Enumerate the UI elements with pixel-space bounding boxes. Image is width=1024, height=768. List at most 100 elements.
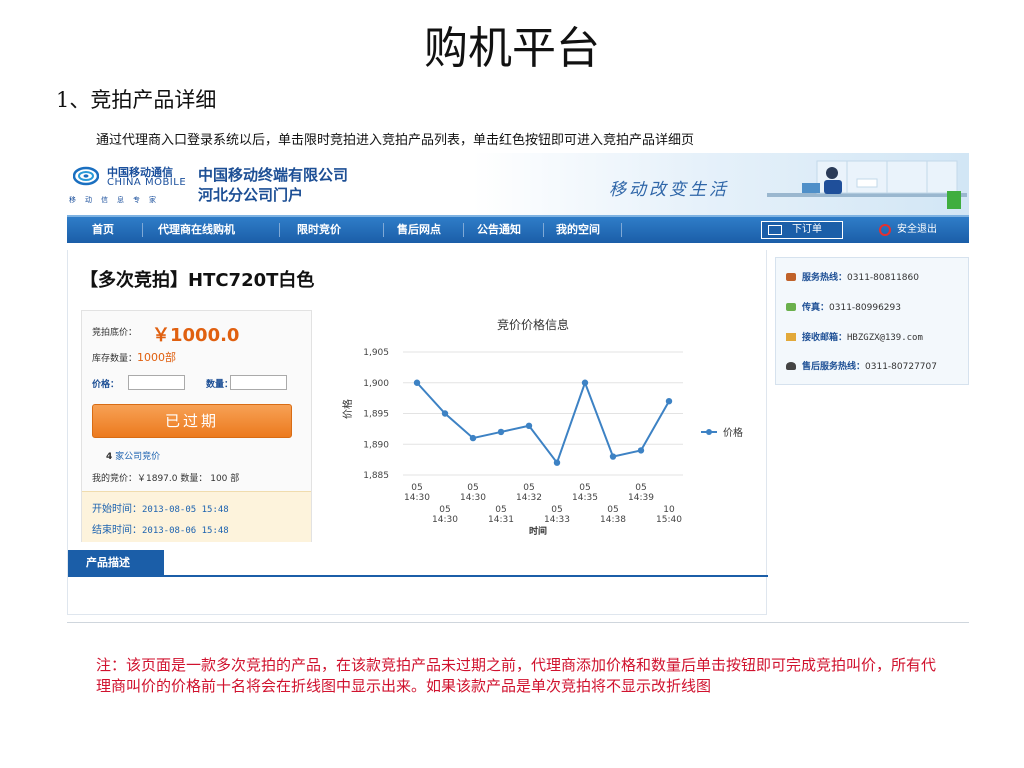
aftersale-label: 售后服务热线：: [802, 362, 866, 372]
end-time-row: 结束时间：2013-08-06 15:48: [92, 521, 229, 536]
x-tick-label: 05: [495, 505, 506, 515]
data-point: [581, 379, 589, 386]
cart-icon: [768, 225, 782, 235]
nav-separator: [543, 223, 544, 237]
x-tick-label: 14:35: [572, 493, 598, 503]
office-illustration-icon: [767, 160, 967, 209]
bid-info-box: 竞拍底价： ￥1000.0 库存数量：1000部 价格： 数量： 已过期 4 家…: [81, 310, 312, 542]
place-order-button[interactable]: 下订单: [761, 221, 843, 239]
my-bid: 我的竞价：￥1897.0 数量： 100 部: [92, 474, 240, 484]
x-tick-label: 10: [663, 505, 675, 515]
chart-title: 竞价价格信息: [497, 317, 569, 332]
x-tick-label: 05: [439, 505, 450, 515]
y-tick-label: 1,890: [363, 440, 389, 450]
data-point: [609, 453, 617, 460]
tab-underline: [68, 575, 768, 577]
email-label: 接收邮箱：: [802, 333, 848, 343]
x-tick-label: 05: [607, 505, 618, 515]
end-time-label: 结束时间：: [92, 525, 142, 536]
x-tick-label: 14:39: [628, 493, 654, 503]
expired-button[interactable]: 已过期: [92, 404, 292, 438]
aftersale-value: 0311-80727707: [865, 362, 937, 372]
x-tick-label: 05: [635, 483, 646, 493]
aftersale-row: 售后服务热线：0311-80727707: [786, 359, 937, 372]
x-tick-label: 15:40: [656, 515, 682, 525]
x-tick-label: 05: [411, 483, 422, 493]
fax-label: 传真：: [802, 303, 830, 313]
x-tick-label: 14:32: [516, 493, 542, 503]
logo-sub-text: 移动信息专家: [69, 196, 165, 204]
x-tick-label: 14:38: [600, 515, 626, 525]
slide-title: 购机平台: [424, 23, 600, 74]
fax-value: 0311-80996293: [829, 303, 901, 313]
contact-sidebar: 服务热线：0311-80811860 传真：0311-80996293 接收邮箱…: [775, 257, 969, 385]
data-point: [665, 398, 673, 405]
companies-count: 4: [106, 452, 113, 462]
nav-separator: [621, 223, 622, 237]
start-time-label: 开始时间：: [92, 504, 142, 515]
legend-label: 价格: [723, 426, 743, 439]
x-tick-label: 05: [551, 505, 562, 515]
data-point: [553, 459, 561, 466]
fax-row: 传真：0311-80996293: [786, 300, 901, 313]
data-point: [441, 410, 449, 417]
data-point: [497, 428, 505, 436]
y-tick-label: 1,905: [363, 348, 389, 358]
logout-label: 安全退出: [897, 224, 937, 235]
end-time-value: 2013-08-06 15:48: [142, 526, 229, 536]
company-line2: 河北分公司门户: [198, 186, 304, 204]
nav-item-announcements[interactable]: 公告通知: [477, 217, 521, 243]
slide-divider: [67, 622, 969, 623]
x-tick-label: 05: [467, 483, 478, 493]
x-tick-label: 14:30: [404, 493, 430, 503]
data-point: [637, 447, 645, 454]
service-hotline-value: 0311-80811860: [847, 273, 919, 283]
place-order-label: 下订单: [792, 224, 822, 235]
bidding-companies[interactable]: 4 家公司竞价: [106, 449, 160, 462]
nav-item-after-sales[interactable]: 售后网点: [397, 217, 441, 243]
x-tick-label: 05: [579, 483, 590, 493]
note-text: 注：该页面是一款多次竞拍的产品，在该款竞拍产品未过期之前，代理商添加价格和数量后…: [96, 656, 937, 695]
company-name: 中国移动终端有限公司 河北分公司门户: [198, 165, 348, 205]
chart-y-ticks: 1,885 1,890 1,895 1,900 1,905: [363, 348, 389, 481]
power-icon: [879, 224, 891, 236]
base-price-value: ￥1000.0: [152, 325, 240, 346]
china-mobile-logo-icon: [73, 166, 99, 186]
section-heading: 1、竞拍产品详细: [56, 88, 217, 112]
price-field-label: 价格：: [92, 380, 120, 390]
nav-separator: [383, 223, 384, 237]
price-input[interactable]: [128, 375, 185, 390]
logo-en-text: CHINA MOBILE: [107, 177, 187, 188]
service-hotline: 服务热线：0311-80811860: [786, 270, 919, 283]
start-time-row: 开始时间：2013-08-05 15:48: [92, 500, 229, 515]
tab-product-description[interactable]: 产品描述: [68, 550, 164, 576]
slogan: 移动改变生活: [609, 180, 729, 200]
legend-marker: [706, 429, 712, 435]
x-tick-label: 14:30: [432, 515, 458, 525]
chart-x-ticks: 0514:300514:300514:320514:350514:390514:…: [404, 483, 682, 525]
nav-item-my-space[interactable]: 我的空间: [556, 217, 600, 243]
stock-label: 库存数量：: [92, 354, 138, 364]
quantity-input[interactable]: [230, 375, 287, 390]
y-tick-label: 1,885: [363, 471, 389, 481]
product-main-panel: 【多次竞拍】HTC720T白色 竞拍底价： ￥1000.0 库存数量：1000部…: [67, 250, 768, 615]
time-box: 开始时间：2013-08-05 15:48 结束时间：2013-08-06 15…: [82, 491, 311, 542]
companies-label: 家公司竞价: [115, 452, 161, 462]
portal-screenshot: 中国移动通信 CHINA MOBILE 移动信息专家 中国移动终端有限公司 河北…: [67, 153, 969, 615]
company-line1: 中国移动终端有限公司: [198, 166, 349, 184]
email-value: HBZGZX@139.com: [847, 333, 923, 343]
nav-item-timed-bidding[interactable]: 限时竞价: [297, 217, 341, 243]
nav-item-home[interactable]: 首页: [92, 217, 114, 243]
x-tick-label: 05: [523, 483, 534, 493]
stock-row: 库存数量：1000部: [92, 349, 176, 365]
intro-text: 通过代理商入口登录系统以后，单击限时竞拍进入竞拍产品列表，单击红色按钮即可进入竞…: [96, 133, 695, 148]
x-tick-label: 14:33: [544, 515, 570, 525]
qty-field-label: 数量：: [206, 380, 234, 390]
email-row: 接收邮箱：HBZGZX@139.com: [786, 330, 923, 343]
nav-item-online-purchase[interactable]: 代理商在线购机: [158, 217, 235, 243]
nav-separator: [279, 223, 280, 237]
logout-button[interactable]: 安全退出: [879, 217, 937, 243]
x-tick-label: 14:30: [460, 493, 486, 503]
fax-icon: [786, 303, 796, 311]
nav-separator: [463, 223, 464, 237]
